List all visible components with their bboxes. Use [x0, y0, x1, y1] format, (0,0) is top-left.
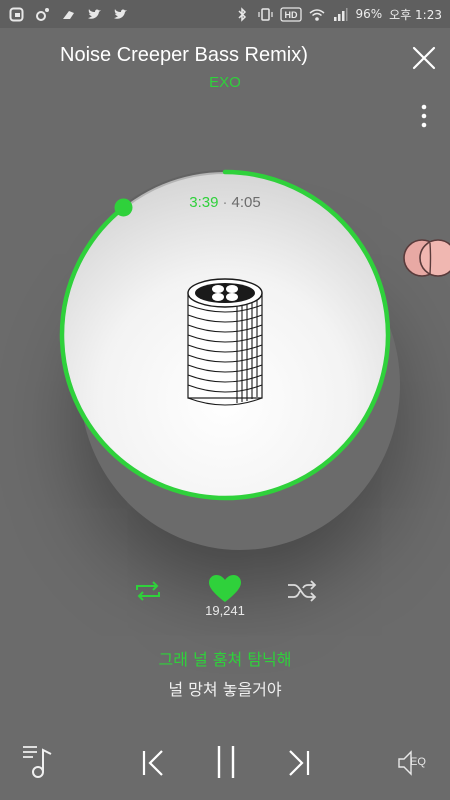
twitter-icon	[86, 6, 102, 22]
hd-icon: HD	[280, 6, 303, 22]
close-icon	[412, 46, 436, 70]
heart-icon	[209, 575, 241, 602]
battery-percent: 96%	[355, 7, 383, 21]
vibrate-icon	[257, 6, 273, 22]
wifi-icon	[309, 6, 325, 22]
bluetooth-icon	[234, 6, 250, 22]
artist-name[interactable]: EXO	[0, 74, 450, 91]
pause-button[interactable]	[212, 742, 240, 782]
repeat-icon	[136, 581, 160, 601]
status-bar-right: HD 96% 오후 1:23	[234, 6, 442, 23]
more-vertical-icon	[421, 104, 427, 128]
next-track-button[interactable]	[284, 746, 314, 780]
equalizer-button[interactable]: EQ	[396, 748, 434, 778]
song-title-marquee: Noise Creeper Bass Remix)	[0, 42, 380, 72]
skip-previous-icon	[142, 750, 163, 776]
song-title: Noise Creeper Bass Remix)	[60, 44, 308, 66]
eq-label: EQ	[410, 756, 426, 768]
lyric-next[interactable]: 널 망쳐 놓을거야	[0, 676, 450, 700]
like-button[interactable]	[208, 574, 242, 604]
bird-icon	[60, 6, 76, 22]
previous-track-button[interactable]	[138, 746, 168, 780]
status-bar-left	[8, 6, 128, 22]
album-art-icon	[187, 278, 263, 406]
peach-icon	[403, 239, 450, 277]
more-options-button[interactable]	[416, 102, 432, 132]
svg-text:HD: HD	[285, 10, 298, 20]
playlist-button[interactable]	[20, 742, 56, 780]
signal-icon	[332, 6, 348, 22]
music-app-icon	[34, 6, 50, 22]
pause-icon	[217, 746, 235, 778]
close-button[interactable]	[410, 44, 438, 72]
peach-sticker[interactable]	[400, 228, 450, 280]
repeat-button[interactable]	[132, 578, 164, 604]
album-disc[interactable]: 3:39 · 4:05	[50, 160, 400, 510]
total-time: 4:05	[231, 194, 261, 211]
notification-icon	[8, 6, 24, 22]
time-display: 3:39 · 4:05	[50, 194, 400, 211]
status-bar: HD 96% 오후 1:23	[0, 0, 450, 28]
like-count: 19,241	[205, 603, 245, 618]
twitter-icon	[112, 6, 128, 22]
current-time: 3:39	[189, 194, 219, 211]
shuffle-icon	[288, 580, 317, 602]
playlist-music-icon	[23, 746, 52, 778]
shuffle-button[interactable]	[286, 578, 318, 604]
time-separator: ·	[222, 194, 228, 211]
skip-next-icon	[289, 750, 310, 776]
lyric-current[interactable]: 그래 널 훔쳐 탐닉해	[0, 646, 450, 670]
clock: 오후 1:23	[389, 7, 442, 22]
